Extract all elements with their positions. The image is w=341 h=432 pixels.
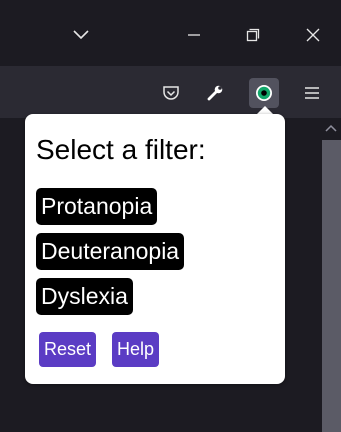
filter-protanopia-button[interactable]: Protanopia (36, 188, 158, 225)
scroll-up-arrow-icon[interactable] (324, 122, 338, 134)
restore-icon[interactable] (240, 22, 266, 48)
hamburger-menu-icon[interactable] (297, 78, 327, 108)
chevron-down-icon[interactable] (68, 22, 94, 48)
popup-arrow (257, 106, 273, 114)
close-icon[interactable] (300, 22, 326, 48)
filter-deuteranopia-button[interactable]: Deuteranopia (36, 233, 185, 270)
browser-toolbar (0, 66, 341, 118)
help-button[interactable]: Help (112, 332, 160, 367)
wrench-icon[interactable] (200, 78, 230, 108)
pocket-icon[interactable] (156, 78, 186, 108)
minimize-icon[interactable] (181, 22, 207, 48)
scrollbar-thumb[interactable] (322, 140, 341, 432)
filter-dyslexia-button[interactable]: Dyslexia (36, 278, 133, 315)
title-bar (0, 0, 341, 66)
filter-popup: Select a filter: Protanopia Deuteranopia… (25, 114, 285, 384)
reset-button[interactable]: Reset (39, 332, 97, 367)
popup-title: Select a filter: (36, 134, 206, 165)
color-filter-extension-icon[interactable] (249, 78, 279, 108)
